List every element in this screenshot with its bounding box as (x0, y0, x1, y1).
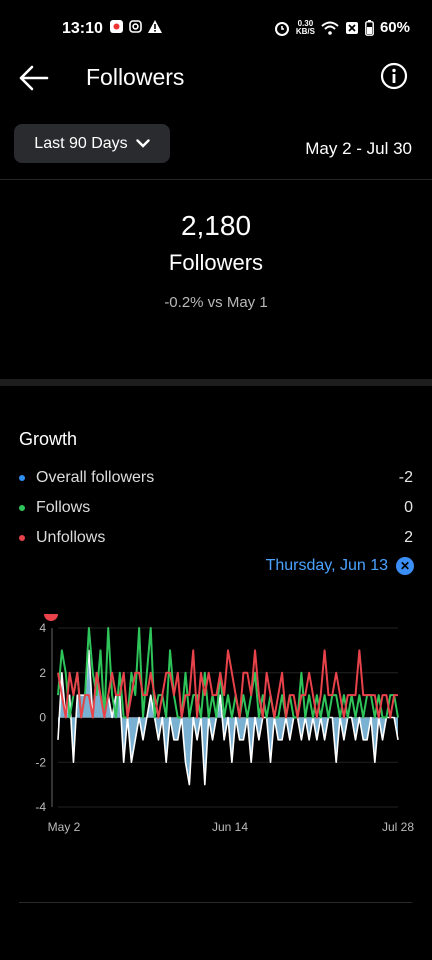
app-notification-icon (110, 20, 123, 33)
legend-value: 2 (404, 529, 413, 546)
instagram-icon (129, 20, 142, 33)
legend-value: 0 (404, 499, 413, 516)
info-icon[interactable] (380, 62, 408, 90)
warning-icon (148, 20, 162, 33)
x-tick-label: Jun 14 (212, 820, 248, 834)
y-tick-label: -4 (35, 800, 46, 814)
divider (0, 179, 432, 180)
section-divider (0, 379, 432, 386)
page-title: Followers (86, 64, 185, 90)
status-time: 13:10 (62, 20, 103, 37)
legend-unfollows: Unfollows 2 (19, 526, 413, 550)
y-tick-label: -2 (35, 755, 46, 769)
growth-title: Growth (19, 429, 78, 449)
y-tick-label: 2 (39, 666, 46, 680)
legend-dot (19, 505, 25, 511)
legend-label: Follows (36, 499, 91, 516)
status-bar: 13:10 0.30 KB/S 60% (0, 0, 432, 58)
battery-percent: 60% (379, 19, 410, 36)
divider (19, 902, 412, 903)
y-tick-label: 4 (39, 621, 46, 635)
alarm-icon (274, 21, 289, 36)
legend-dot (19, 535, 25, 541)
battery-icon (365, 19, 374, 36)
y-tick-label: 0 (39, 711, 46, 725)
chevron-down-icon (135, 139, 150, 148)
x-tick-label: Jul 28 (382, 820, 414, 834)
legend-label: Unfollows (36, 529, 106, 546)
selected-date-label: Thursday, Jun 13 (265, 557, 388, 574)
selection-marker (44, 614, 58, 621)
legend-follows: Follows 0 (19, 496, 413, 520)
x-tick-label: May 2 (48, 820, 81, 834)
header: Followers (0, 58, 432, 98)
notification-icons (110, 20, 162, 33)
growth-chart[interactable]: 4 2 0 -2 -4May 2 Jun 14 Jul 28 (0, 600, 432, 845)
wifi-icon (321, 21, 339, 35)
selected-date: Thursday, Jun 13 ✕ (266, 557, 414, 575)
no-sim-icon (345, 21, 358, 34)
close-icon[interactable]: ✕ (396, 557, 414, 575)
arrow-left-icon[interactable] (18, 64, 50, 92)
followers-count: 2,180 (180, 210, 252, 241)
date-range-text: May 2 - Jul 30 (305, 139, 412, 158)
followers-change: -0.2% vs May 1 (164, 294, 268, 311)
followers-label: Followers (168, 250, 264, 275)
date-range-dropdown[interactable]: Last 90 Days (14, 124, 170, 163)
network-speed: 0.30 KB/S (295, 18, 315, 36)
legend-label: Overall followers (36, 469, 155, 486)
status-right: 0.30 KB/S 60% (274, 19, 410, 36)
date-range-label: Last 90 Days (34, 134, 128, 152)
legend-dot (19, 475, 25, 481)
legend-overall-followers: Overall followers -2 (19, 466, 413, 490)
followers-summary: 2,180 Followers -0.2% vs May 1 (0, 210, 432, 311)
legend-value: -2 (398, 469, 413, 486)
